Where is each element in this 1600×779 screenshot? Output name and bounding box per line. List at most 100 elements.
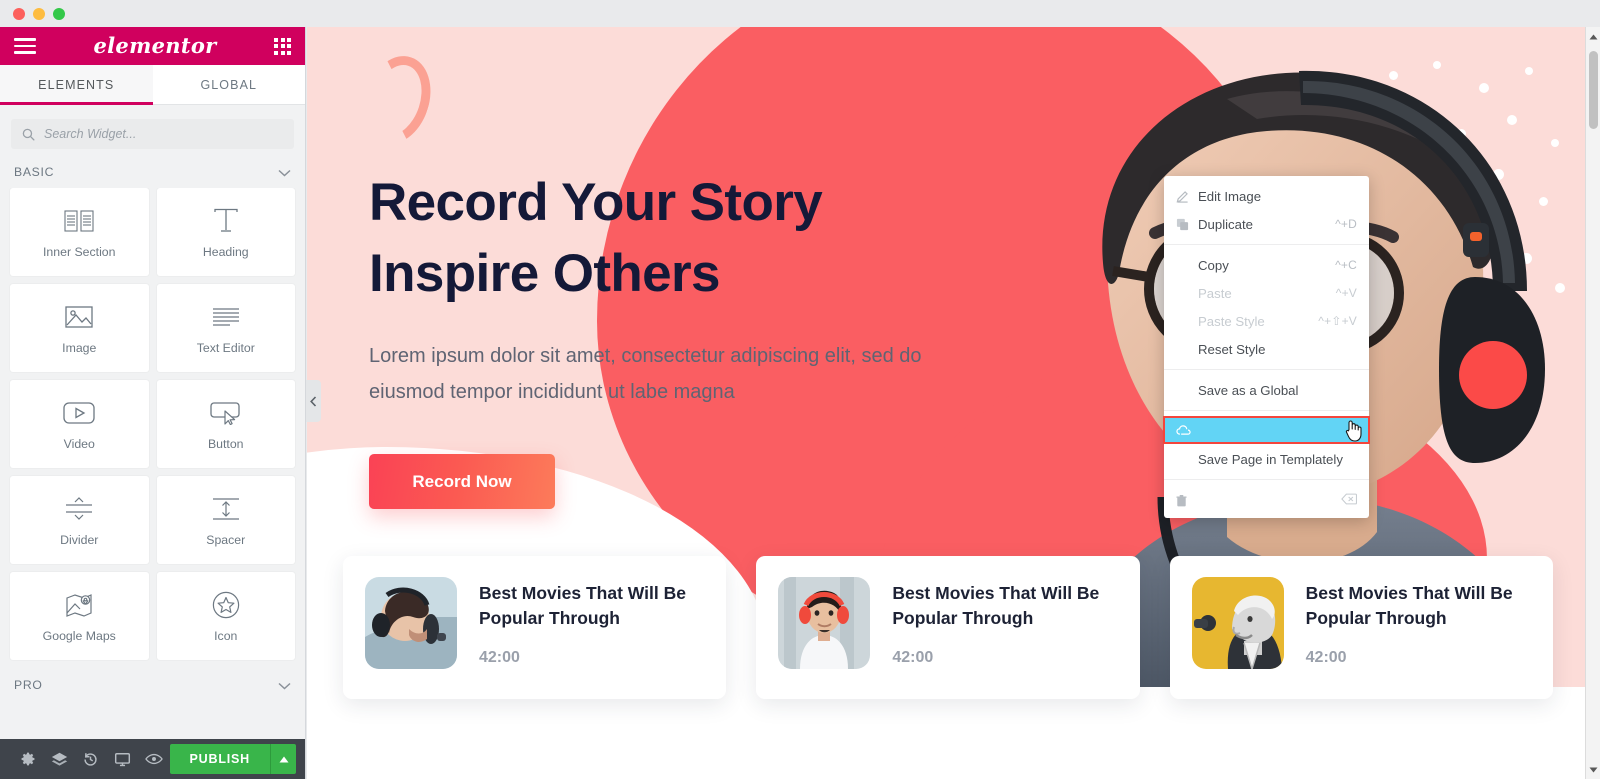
cloud-save-icon [1176, 424, 1198, 436]
delete-key-icon [1341, 493, 1357, 508]
context-menu-shortcut: ^+D [1335, 217, 1357, 231]
minimize-window-button[interactable] [33, 8, 45, 20]
scroll-down-arrow[interactable] [1586, 762, 1600, 777]
star-icon [212, 590, 240, 620]
widget-heading[interactable]: Heading [156, 188, 295, 276]
section-basic-label: BASIC [14, 165, 55, 179]
section-pro-header[interactable]: PRO [0, 660, 305, 701]
inner-section-icon [64, 206, 94, 236]
card-duration: 42:00 [892, 648, 934, 666]
spacer-icon [211, 494, 241, 524]
panel-footer-toolbar: PUBLISH [0, 739, 305, 779]
search-widget-area [0, 105, 305, 155]
context-menu-label: Save Page in Templately [1198, 451, 1343, 467]
hero-copy: Record Your Story Inspire Others Lorem i… [369, 167, 969, 510]
context-menu-label: Reset Style [1198, 341, 1266, 357]
video-icon [63, 398, 95, 428]
scrollbar-thumb[interactable] [1589, 51, 1598, 129]
card-title: Best Movies That Will Be Popular Through [479, 583, 686, 628]
list-item[interactable]: Best Movies That Will Be Popular Through… [343, 556, 727, 699]
hamburger-menu-icon[interactable] [14, 38, 36, 54]
record-now-button[interactable]: Record Now [369, 454, 555, 510]
card-duration: 42:00 [479, 648, 520, 666]
list-item[interactable]: Best Movies That Will Be Popular Through… [1169, 556, 1553, 699]
context-menu-shortcut: ^+V [1335, 286, 1357, 300]
context-menu-item-paste: Paste ^+V [1164, 279, 1369, 307]
hero-heading-line-1: Record Your Story [369, 173, 823, 232]
widget-label: Icon [214, 628, 238, 643]
context-menu-item-reset-style[interactable]: Reset Style [1164, 335, 1369, 363]
search-input[interactable] [44, 127, 283, 141]
widget-label: Inner Section [43, 244, 116, 259]
context-menu-label: Paste Style [1198, 313, 1265, 329]
widget-inner-section[interactable]: Inner Section [10, 188, 149, 276]
hero-paragraph: Lorem ipsum dolor sit amet, consectetur … [369, 345, 922, 403]
section-basic-header[interactable]: BASIC [0, 155, 305, 188]
widget-label: Spacer [206, 532, 246, 547]
scroll-up-arrow[interactable] [1586, 29, 1600, 44]
widget-google-maps[interactable]: Google Maps [10, 572, 149, 660]
context-menu-label: Paste [1198, 285, 1232, 301]
tab-elements[interactable]: ELEMENTS [0, 65, 153, 105]
card-title: Best Movies That Will Be Popular Through [1305, 583, 1513, 628]
context-menu-item-delete[interactable] [1164, 486, 1369, 514]
chevron-down-icon [278, 166, 291, 179]
elementor-panel: elementor ELEMENTS GLOBAL BASIC [0, 27, 306, 779]
responsive-mode-icon[interactable] [107, 739, 139, 779]
widget-label: Google Maps [42, 628, 116, 643]
search-box[interactable] [11, 119, 294, 149]
preview-eye-icon[interactable] [138, 739, 170, 779]
section-pro-label: PRO [14, 678, 43, 692]
widget-image[interactable]: Image [10, 284, 149, 372]
history-revisions-icon[interactable] [75, 739, 107, 779]
widget-spacer[interactable]: Spacer [156, 476, 295, 564]
list-item[interactable]: Best Movies That Will Be Popular Through… [756, 556, 1140, 699]
layers-navigator-icon[interactable] [44, 739, 76, 779]
tab-global-label: GLOBAL [200, 77, 258, 92]
menu-divider [1164, 410, 1369, 411]
context-menu-item-duplicate[interactable]: Duplicate ^+D [1164, 210, 1369, 238]
page-canvas: Record Your Story Inspire Others Lorem i… [307, 27, 1585, 779]
publish-options-caret-icon[interactable] [270, 744, 296, 774]
context-menu-shortcut: ^+C [1335, 258, 1357, 272]
settings-gear-icon[interactable] [12, 739, 44, 779]
publish-group: PUBLISH [169, 744, 305, 774]
card-body: Best Movies That Will Be Popular Through… [479, 577, 704, 667]
element-context-menu: Edit Image Duplicate ^+D Copy ^+C Paste … [1163, 176, 1370, 518]
card-title: Best Movies That Will Be Popular Through [892, 583, 1100, 628]
context-menu-shortcut: ^+⇧+V [1318, 314, 1357, 328]
card-body: Best Movies That Will Be Popular Through… [1306, 577, 1531, 667]
context-menu-item-copy[interactable]: Copy ^+C [1164, 251, 1369, 279]
publish-button[interactable]: PUBLISH [169, 744, 270, 774]
heading-icon [212, 206, 240, 236]
duplicate-icon [1176, 218, 1198, 231]
widget-label: Button [207, 436, 244, 451]
tab-global[interactable]: GLOBAL [152, 65, 305, 104]
context-menu-item-edit-image[interactable]: Edit Image [1164, 182, 1369, 210]
widget-button[interactable]: Button [156, 380, 295, 468]
context-menu-label: Duplicate [1198, 216, 1253, 232]
page-title: Record Your Story Inspire Others [369, 167, 969, 309]
widget-text-editor[interactable]: Text Editor [156, 284, 295, 372]
grid-apps-icon[interactable] [274, 37, 291, 55]
widget-icon[interactable]: Icon [156, 572, 295, 660]
context-menu-item-navigator[interactable]: Save Page in Templately [1164, 445, 1369, 473]
pointer-hand-cursor [1344, 419, 1363, 445]
panel-tabs: ELEMENTS GLOBAL [0, 65, 305, 105]
widget-label: Video [63, 436, 95, 451]
widget-video[interactable]: Video [10, 380, 149, 468]
close-window-button[interactable] [13, 8, 25, 20]
text-editor-icon [211, 302, 241, 332]
widget-label: Heading [202, 244, 249, 259]
canvas-scrollbar[interactable] [1585, 27, 1600, 779]
context-menu-item-paste-style: Paste Style ^+⇧+V [1164, 307, 1369, 335]
panel-collapse-handle[interactable] [306, 380, 321, 422]
context-menu-item-save-as-global[interactable]: Save as a Global [1164, 376, 1369, 404]
widget-list: Inner Section Heading Image Text Editor … [0, 188, 305, 739]
widget-divider[interactable]: Divider [10, 476, 149, 564]
older-man-yellow-bg-thumb [1191, 577, 1284, 669]
context-menu-item-save-page-in-templately[interactable] [1163, 416, 1370, 445]
pencil-icon [1176, 190, 1198, 203]
woman-singing-microphone-thumb [365, 577, 457, 669]
maximize-window-button[interactable] [53, 8, 65, 20]
